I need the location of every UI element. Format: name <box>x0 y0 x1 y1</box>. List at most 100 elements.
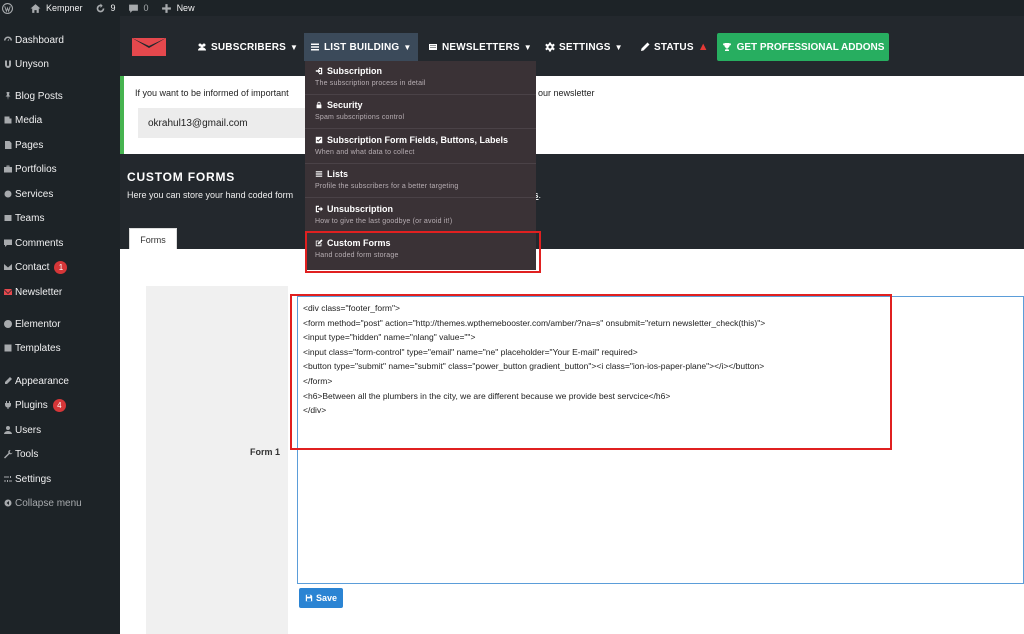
new-label: New <box>176 3 195 13</box>
comments-link[interactable]: 0 <box>128 3 149 14</box>
page-title: CUSTOM FORMS <box>127 170 236 184</box>
sidebar-item-tools[interactable]: Tools <box>0 443 120 465</box>
sidebar-item-label: Newsletter <box>15 286 63 298</box>
users-icon <box>1 423 15 437</box>
dropdown-item-subscription[interactable]: Subscription The subscription process in… <box>305 61 536 95</box>
form-label: Form 1 <box>249 447 280 457</box>
site-name: Kempner <box>46 3 83 13</box>
dropdown-item-subtitle: The subscription process in detail <box>315 80 426 87</box>
sidebar-item-label: Blog Posts <box>15 90 63 102</box>
updates-count: 9 <box>110 3 116 13</box>
pin-icon <box>1 89 15 103</box>
tab-forms[interactable]: Forms <box>129 228 177 250</box>
sidebar-item-label: Pages <box>15 139 44 151</box>
sidebar-item-label: Appearance <box>15 375 69 387</box>
pages-icon <box>1 138 15 152</box>
nav-settings-label: SETTINGS <box>559 41 611 53</box>
dropdown-item-lists[interactable]: Lists Profile the subscribers for a bett… <box>305 164 536 198</box>
sidebar-item-teams[interactable]: Teams <box>0 207 120 229</box>
contact-icon <box>1 260 15 274</box>
sidebar-item-blog-posts[interactable]: Blog Posts <box>0 85 120 107</box>
chevron-down-icon: ▼ <box>403 42 412 52</box>
sidebar-item-dashboard[interactable]: Dashboard <box>0 29 120 51</box>
lock-icon <box>316 101 322 109</box>
home-icon <box>30 3 41 13</box>
nav-list-building[interactable]: LIST BUILDING ▼ <box>304 33 418 61</box>
plugins-icon <box>1 398 15 412</box>
sidebar-item-pages[interactable]: Pages <box>0 134 120 156</box>
sidebar-item-label: Unyson <box>15 58 49 70</box>
chevron-down-icon: ▼ <box>614 42 623 52</box>
nav-subscribers[interactable]: SUBSCRIBERS ▼ <box>191 33 304 61</box>
pen-icon <box>641 42 650 51</box>
subscribe-notice: If you want to be informed of important … <box>120 76 1024 154</box>
dropdown-item-security[interactable]: Security Spam subscriptions control <box>305 95 536 129</box>
sidebar-item-newsletter[interactable]: Newsletter <box>0 281 120 303</box>
newsletter-logo <box>132 38 166 56</box>
wordpress-icon <box>2 2 13 14</box>
nav-status[interactable]: STATUS ▲ <box>634 33 715 61</box>
pro-button-label: GET PROFESSIONAL ADDONS <box>736 41 885 53</box>
sidebar-item-services[interactable]: Services <box>0 183 120 205</box>
unyson-icon <box>1 57 15 71</box>
teams-icon <box>1 211 15 225</box>
admin-bar: Kempner 9 0 New <box>0 0 1024 16</box>
warning-icon: ▲ <box>697 41 709 53</box>
highlight-form-code <box>290 294 892 450</box>
plugins-count-badge: 4 <box>52 398 66 412</box>
nav-newsletters[interactable]: NEWSLETTERS ▼ <box>422 33 538 61</box>
sidebar-item-contact[interactable]: Contact 1 <box>0 256 120 278</box>
sign-in-icon <box>315 67 323 75</box>
nav-list-building-label: LIST BUILDING <box>324 41 400 53</box>
dropdown-item-subtitle: Profile the subscribers for a better tar… <box>315 183 459 190</box>
save-button[interactable]: Save <box>299 588 343 608</box>
nav-status-label: STATUS <box>654 41 694 53</box>
trophy-icon <box>722 43 731 51</box>
dropdown-item-title: Lists <box>327 169 349 179</box>
save-label: Save <box>315 593 338 603</box>
new-content-link[interactable]: New <box>161 3 195 14</box>
sidebar-item-label: Collapse menu <box>15 497 82 509</box>
dropdown-item-subtitle: Spam subscriptions control <box>315 114 405 121</box>
sidebar-item-label: Portfolios <box>15 163 57 175</box>
collapse-icon <box>1 496 15 510</box>
sidebar-item-label: Plugins <box>15 399 48 411</box>
site-name-link[interactable]: Kempner <box>30 3 83 14</box>
sidebar-item-unyson[interactable]: Unyson <box>0 53 120 75</box>
email-field[interactable]: okrahul13@gmail.com <box>138 108 318 138</box>
comment-icon <box>128 4 138 13</box>
dropdown-item-unsubscription[interactable]: Unsubscription How to give the last good… <box>305 199 536 233</box>
sidebar-item-comments[interactable]: Comments <box>0 232 120 254</box>
dropdown-item-subtitle: How to give the last goodbye (or avoid i… <box>315 218 453 225</box>
wordpress-logo[interactable] <box>2 2 18 14</box>
plus-icon <box>161 3 171 13</box>
gear-icon <box>545 42 555 52</box>
sidebar-item-label: Settings <box>15 473 52 485</box>
updates-link[interactable]: 9 <box>95 3 116 14</box>
settings-icon <box>1 472 15 486</box>
media-icon <box>1 113 15 127</box>
dropdown-item-form-fields[interactable]: Subscription Form Fields, Buttons, Label… <box>305 130 536 164</box>
chevron-down-icon: ▼ <box>290 42 299 52</box>
nav-subscribers-label: SUBSCRIBERS <box>211 41 286 53</box>
sidebar-item-media[interactable]: Media <box>0 109 120 131</box>
sidebar-item-label: Elementor <box>15 318 61 330</box>
sidebar-item-plugins[interactable]: Plugins 4 <box>0 394 120 416</box>
sidebar-item-label: Users <box>15 424 42 436</box>
list-icon <box>311 43 319 51</box>
sidebar-item-users[interactable]: Users <box>0 419 120 441</box>
dropdown-item-subtitle: When and what data to collect <box>315 149 415 156</box>
collapse-menu-button[interactable]: Collapse menu <box>0 492 120 514</box>
sidebar-item-elementor[interactable]: Elementor <box>0 313 120 335</box>
get-professional-addons-button[interactable]: GET PROFESSIONAL ADDONS <box>717 33 889 61</box>
sidebar-item-settings[interactable]: Settings <box>0 468 120 490</box>
nav-settings[interactable]: SETTINGS ▼ <box>539 33 629 61</box>
contact-count-badge: 1 <box>54 260 68 274</box>
sidebar-item-portfolios[interactable]: Portfolios <box>0 158 120 180</box>
sidebar-item-templates[interactable]: Templates <box>0 337 120 359</box>
sidebar-item-appearance[interactable]: Appearance <box>0 370 120 392</box>
highlight-custom-forms <box>305 231 541 273</box>
portfolio-icon <box>1 162 15 176</box>
form-label-cell: Form 1 <box>146 286 288 634</box>
sidebar-item-label: Contact <box>15 261 50 273</box>
